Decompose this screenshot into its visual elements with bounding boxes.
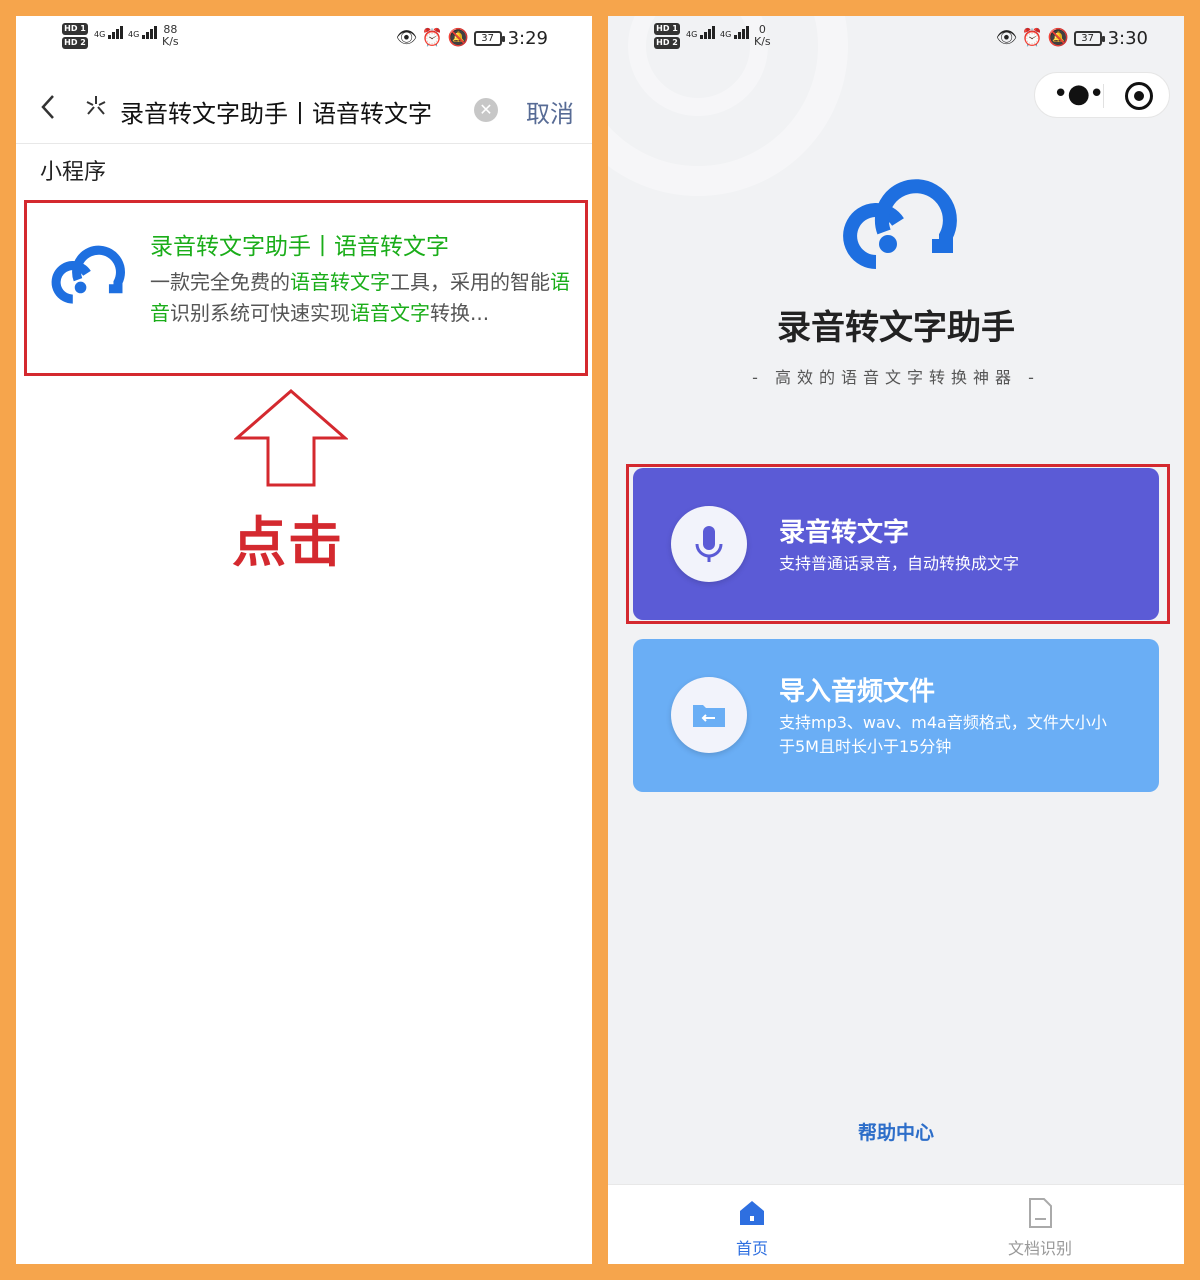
more-options-icon[interactable]: •●• <box>1053 79 1104 111</box>
feature-title: 导入音频文件 <box>779 677 936 707</box>
eye-icon: 👁 <box>395 28 418 48</box>
up-arrow-annotation-icon <box>232 388 350 488</box>
capsule-divider <box>1103 84 1104 108</box>
battery-icon: 37 <box>473 30 505 46</box>
eye-icon: 👁 <box>995 28 1018 48</box>
hd1-badge: HD 1 <box>62 23 88 35</box>
app-subtitle: - 高效的语音文字转换神器 - <box>752 368 1040 387</box>
hd1-badge: HD 1 <box>654 23 680 35</box>
app-logo-icon <box>47 237 127 307</box>
search-bar: 录音转文字助手丨语音转文字 ✕ 取消 <box>16 72 592 144</box>
mini-program-icon <box>84 94 108 120</box>
clock: 3:30 <box>1107 27 1148 49</box>
hd-indicator: HD 1 HD 2 <box>654 23 684 51</box>
battery-icon: 37 <box>1073 30 1105 46</box>
status-bar: HD 1 HD 2 4G 4G 88 K/s 👁 ⏰ 🔕 37 3:29 <box>16 16 592 62</box>
section-label: 小程序 <box>40 160 107 185</box>
home-icon <box>736 1197 768 1229</box>
signal-icon: 4G <box>720 26 750 39</box>
signal-icon: 4G <box>94 26 124 39</box>
clear-icon[interactable]: ✕ <box>474 98 498 122</box>
tab-label: 首页 <box>735 1239 768 1258</box>
click-annotation: 点击 <box>232 511 344 574</box>
signal-icon: 4G <box>686 26 716 39</box>
alarm-icon: ⏰ <box>421 28 443 48</box>
hd-indicator: HD 1 HD 2 <box>62 23 92 51</box>
tab-label: 文档识别 <box>1007 1239 1072 1258</box>
app-title: 录音转文字助手 <box>777 308 1015 348</box>
tab-document-recognition[interactable]: 文档识别 <box>980 1197 1100 1259</box>
import-audio-button[interactable]: 导入音频文件 支持mp3、wav、m4a音频格式，文件大小小于5M且时长小于15… <box>633 639 1159 792</box>
mute-bell-icon: 🔕 <box>447 28 469 48</box>
help-center-link[interactable]: 帮助中心 <box>608 1118 1184 1145</box>
hd2-badge: HD 2 <box>654 37 680 49</box>
folder-icon <box>671 677 747 753</box>
left-phone-screen: HD 1 HD 2 4G 4G 88 K/s 👁 ⏰ 🔕 37 3:29 录音转… <box>16 16 592 1264</box>
result-title: 录音转文字助手丨语音转文字 <box>150 234 449 260</box>
mini-program-result[interactable]: 录音转文字助手丨语音转文字 一款完全免费的语音转文字工具，采用的智能语音识别系统… <box>24 200 588 376</box>
bottom-tab-bar: 首页 文档识别 <box>608 1184 1184 1264</box>
tab-home[interactable]: 首页 <box>692 1197 812 1259</box>
hd2-badge: HD 2 <box>62 37 88 49</box>
mute-bell-icon: 🔕 <box>1047 28 1069 48</box>
alarm-icon: ⏰ <box>1021 28 1043 48</box>
right-phone-screen: HD 1 HD 2 4G 4G 0 K/s 👁 ⏰ 🔕 37 3:30 •●• <box>608 16 1184 1264</box>
network-speed: 0 K/s <box>754 23 771 48</box>
network-speed: 88 K/s <box>162 23 179 48</box>
close-target-icon[interactable] <box>1125 82 1153 110</box>
search-input[interactable]: 录音转文字助手丨语音转文字 <box>120 94 432 129</box>
mini-program-capsule: •●• <box>1034 72 1170 118</box>
result-description: 一款完全免费的语音转文字工具，采用的智能语音识别系统可快速实现语音文字转换... <box>150 270 570 325</box>
status-bar: HD 1 HD 2 4G 4G 0 K/s 👁 ⏰ 🔕 37 3:30 <box>608 16 1184 62</box>
app-logo-icon <box>836 166 960 274</box>
clock: 3:29 <box>507 27 548 49</box>
cancel-button[interactable]: 取消 <box>526 94 574 129</box>
status-right: 👁 ⏰ 🔕 37 3:29 <box>396 26 548 50</box>
status-right: 👁 ⏰ 🔕 37 3:30 <box>996 26 1148 50</box>
back-chevron-icon[interactable] <box>36 92 62 122</box>
document-icon <box>1024 1197 1056 1229</box>
highlight-annotation-frame <box>626 464 1170 624</box>
signal-icon: 4G <box>128 26 158 39</box>
feature-description: 支持mp3、wav、m4a音频格式，文件大小小于5M且时长小于15分钟 <box>779 713 1107 756</box>
